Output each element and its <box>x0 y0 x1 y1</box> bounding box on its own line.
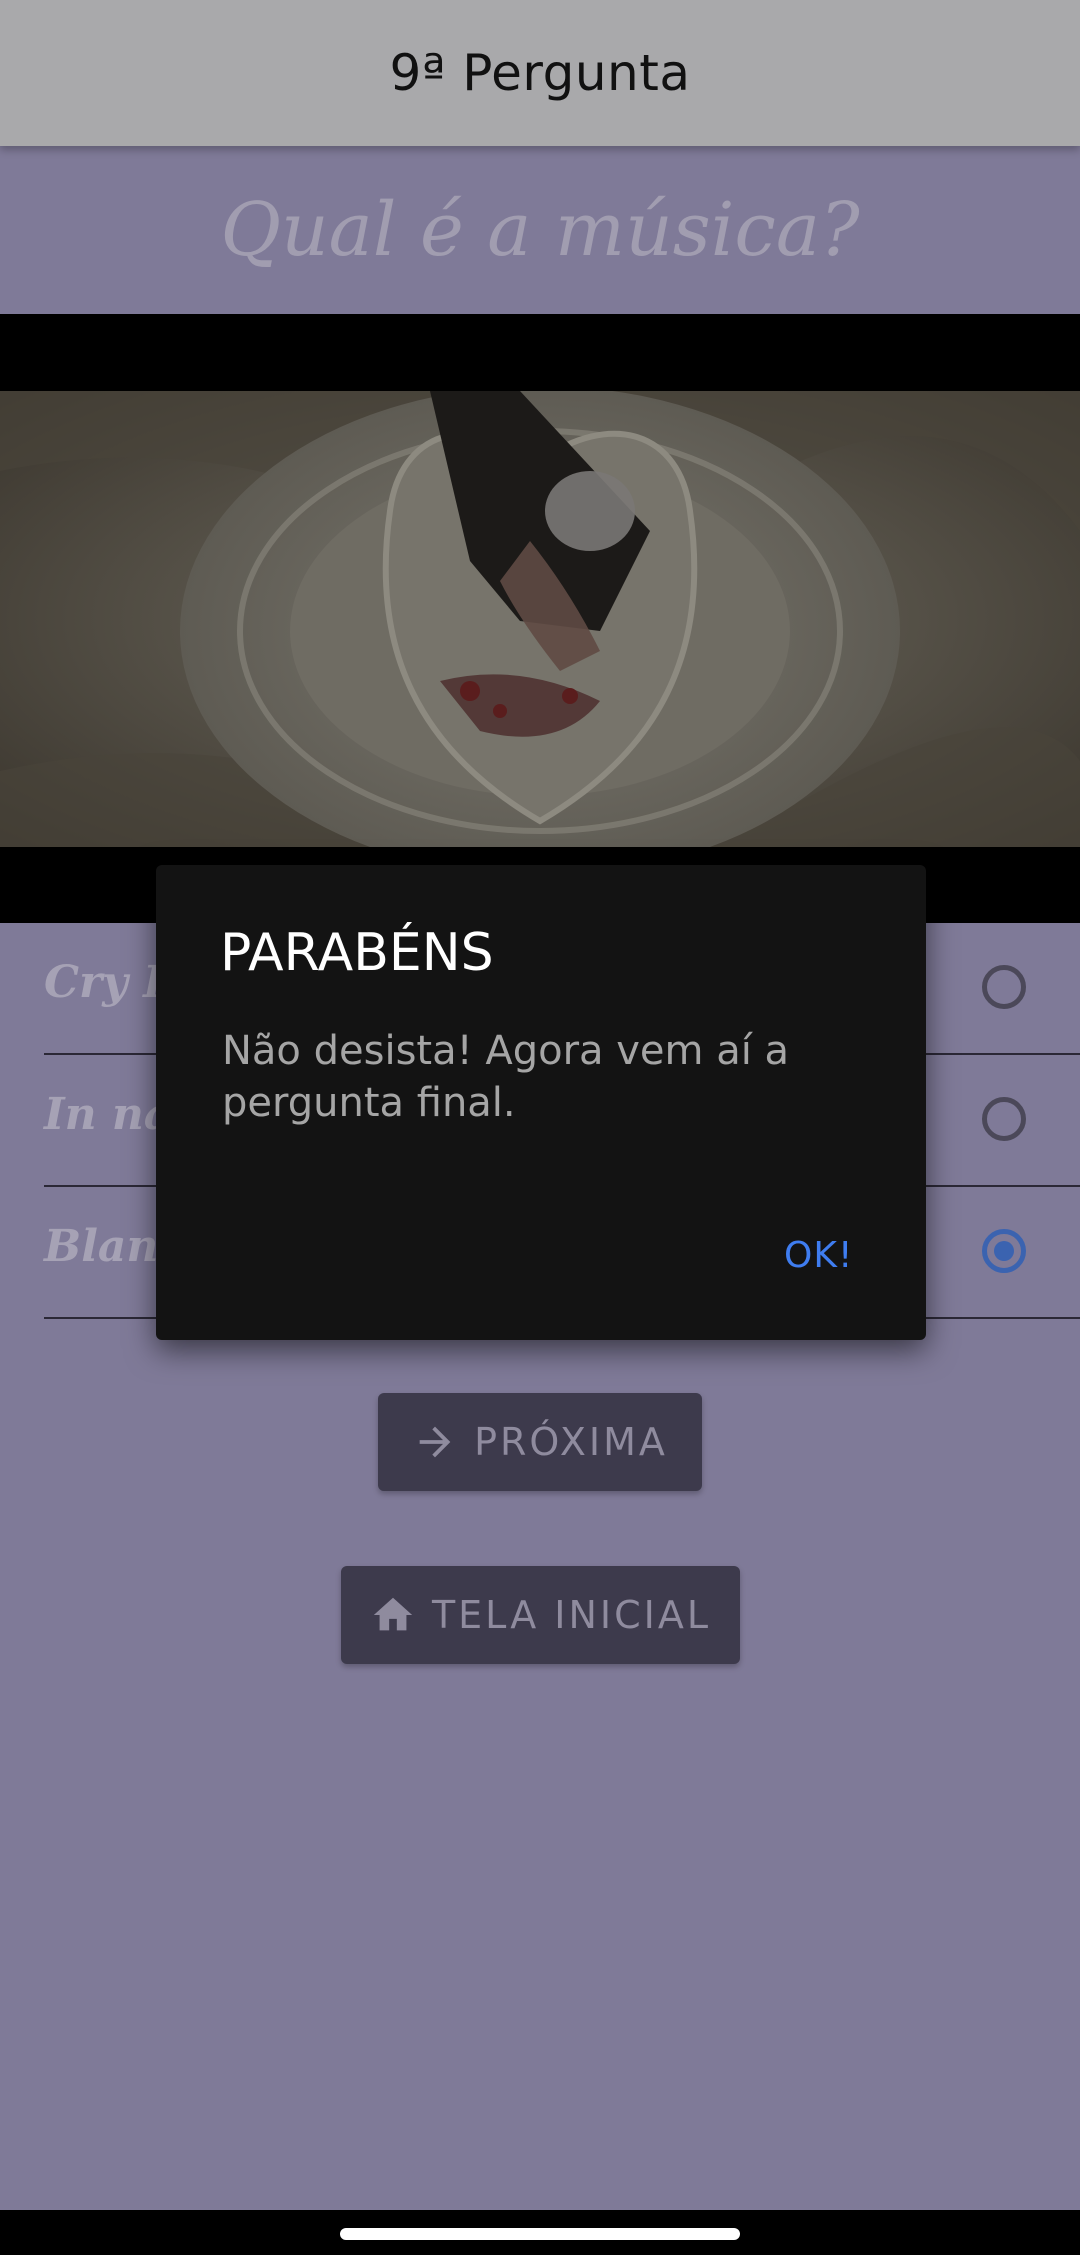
radio-button-1[interactable] <box>982 965 1026 1009</box>
question-header: Qual é a música? <box>0 146 1080 314</box>
page-title: 9ª Pergunta <box>389 44 691 102</box>
dialog-message: Não desista! Agora vem aí a pergunta fin… <box>222 1028 790 1126</box>
congrats-dialog: PARABÉNS Não desista! Agora vem aí a per… <box>156 865 926 1340</box>
arrow-right-icon <box>419 1426 451 1458</box>
radio-button-3-selected[interactable] <box>982 1229 1026 1273</box>
home-button[interactable]: TELA INICIAL <box>341 1566 740 1664</box>
app-bar: 9ª Pergunta <box>0 0 1080 146</box>
dialog-title: PARABÉNS <box>220 923 494 983</box>
home-indicator[interactable] <box>340 2228 740 2240</box>
dialog-ok-button[interactable]: OK! <box>784 1235 853 1276</box>
next-button-label: PRÓXIMA <box>474 1420 668 1464</box>
question-text: Qual é a música? <box>220 187 860 273</box>
video-player[interactable] <box>0 314 1080 923</box>
video-frame-illustration <box>0 391 1080 847</box>
radio-button-2[interactable] <box>982 1097 1026 1141</box>
video-thumbnail <box>0 391 1080 847</box>
next-button[interactable]: PRÓXIMA <box>378 1393 702 1491</box>
home-button-label: TELA INICIAL <box>431 1593 712 1637</box>
home-icon <box>373 1597 413 1631</box>
